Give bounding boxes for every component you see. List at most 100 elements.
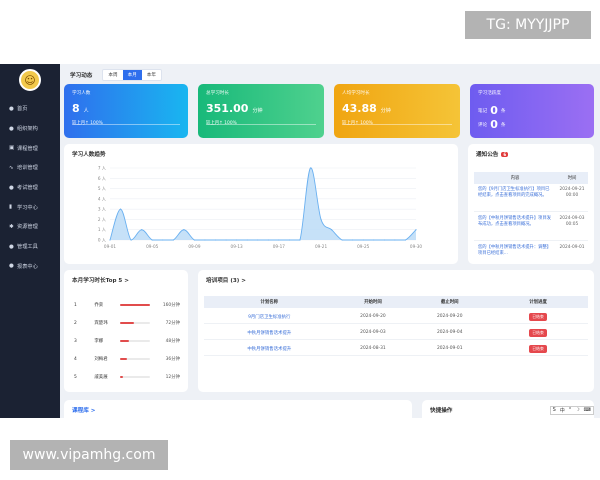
period-year[interactable]: 本年 bbox=[141, 70, 161, 80]
sidebar-item[interactable]: ● 报表中心 bbox=[0, 257, 60, 277]
sidebar-item[interactable]: ▮ 学习中心 bbox=[0, 197, 60, 217]
trend-point[interactable] bbox=[130, 239, 132, 241]
trend-point[interactable] bbox=[341, 239, 343, 241]
trend-point[interactable] bbox=[151, 239, 153, 241]
project-row[interactable]: 中秋月饼销售话术提升 2024-09-03 2024-09-04 已结束 bbox=[204, 326, 588, 340]
main-area: 学习动态 本周 本月 本年 学习人数 8人 较上月↑ 100% 总学习时长 35… bbox=[62, 64, 600, 418]
trend-point[interactable] bbox=[415, 229, 417, 231]
trend-point[interactable] bbox=[404, 239, 407, 241]
sidebar-item[interactable]: ✱ 资源管理 bbox=[0, 217, 60, 237]
notice-content[interactable]: 您的【中秋月饼销售话术提升】项目发布成功，点击查看项目概况。 bbox=[474, 213, 556, 240]
stat-compare: 较上月↑ 100% bbox=[206, 121, 237, 126]
col-start: 开始时间 bbox=[364, 300, 382, 305]
sidebar-item[interactable]: ● 组织架构 bbox=[0, 119, 60, 139]
trend-point[interactable] bbox=[383, 239, 385, 241]
projects-title[interactable]: 培训项目 (3) > bbox=[206, 276, 246, 284]
project-name[interactable]: 中秋月饼销售话术提升 bbox=[204, 346, 335, 352]
trend-point[interactable] bbox=[278, 239, 280, 241]
notice-panel: 通知公告 6 内容 时间 您的【9月门店卫生标准执行】项目已经结束，点击查看项目的… bbox=[468, 144, 594, 264]
courses-title[interactable]: 课程库 > bbox=[72, 406, 95, 414]
rank-title[interactable]: 本月学习时长Top 5 > bbox=[72, 276, 129, 284]
notice-row[interactable]: 您的【9月门店卫生标准执行】项目已经结束，点击查看项目的完成概况。 2024-0… bbox=[474, 184, 588, 212]
sidebar: ☺ ● 首页 ● 组织架构 ▣ 课程管理 ∿ 培训管理 ● 考试管理 ▮ 学习中心 ✱ 资源管理 ● 管理工具… bbox=[0, 64, 60, 418]
trend-point[interactable] bbox=[162, 239, 164, 241]
watermark-bottom: www.vipamhg.com bbox=[10, 440, 168, 470]
stat-card-avg-time: 人均学习时长 43.88 分钟 较上月↑ 100% bbox=[334, 84, 460, 138]
x-tick-label: 09-21 bbox=[315, 244, 328, 249]
trend-point[interactable] bbox=[362, 239, 364, 241]
notice-content[interactable]: 您的【中秋月饼销售话术提升：调整】项目已经结束... bbox=[474, 242, 556, 264]
rank-bar bbox=[120, 339, 151, 343]
trend-point[interactable] bbox=[119, 208, 122, 210]
sidebar-item[interactable]: ● 首页 bbox=[0, 99, 60, 119]
code-icon: ▣ bbox=[9, 145, 15, 152]
rank-name: 刘梅君 bbox=[94, 357, 108, 362]
ime-toolbar[interactable]: S 中 ° ☽ ⌨ bbox=[549, 406, 594, 415]
quick-title: 快捷操作 bbox=[430, 408, 453, 414]
trend-point[interactable] bbox=[267, 239, 269, 241]
rank-bar bbox=[120, 357, 151, 361]
y-tick-label: 0 人 bbox=[98, 238, 107, 243]
trend-point[interactable] bbox=[193, 239, 196, 241]
rank-bar-fill bbox=[120, 321, 134, 325]
notice-time: 2024-09-01 bbox=[559, 245, 585, 250]
ime-moon-icon[interactable]: ☽ bbox=[573, 407, 581, 414]
trend-point[interactable] bbox=[352, 239, 354, 241]
trend-point[interactable] bbox=[288, 239, 290, 241]
rank-no: 1 bbox=[74, 302, 77, 308]
notice-content[interactable]: 您的【9月门店卫生标准执行】项目已经结束，点击查看项目的完成概况。 bbox=[474, 184, 556, 211]
project-end: 2024-09-04 bbox=[436, 330, 463, 335]
notes-label: 笔记 bbox=[478, 108, 488, 114]
ime-logo-icon[interactable]: S bbox=[551, 407, 558, 414]
ime-keyboard-icon[interactable]: ⌨ bbox=[582, 407, 593, 414]
x-tick-label: 09-25 bbox=[357, 244, 370, 249]
trend-line bbox=[109, 167, 417, 241]
trend-point[interactable] bbox=[214, 239, 217, 241]
project-status-badge: 已结束 bbox=[529, 328, 547, 337]
cat-avatar-icon[interactable]: ☺ bbox=[19, 69, 41, 91]
trend-point[interactable] bbox=[299, 239, 301, 241]
trend-point[interactable] bbox=[257, 239, 259, 241]
period-week[interactable]: 本周 bbox=[103, 70, 123, 80]
trend-point[interactable] bbox=[236, 239, 238, 241]
trend-point[interactable] bbox=[246, 239, 248, 241]
y-tick-label: 5 人 bbox=[98, 186, 107, 191]
trend-point[interactable] bbox=[330, 229, 333, 231]
rank-name: 戚美展 bbox=[94, 375, 108, 380]
project-row[interactable]: 中秋月饼销售话术提升 2024-08-31 2024-09-01 已结束 bbox=[204, 342, 588, 356]
trend-point[interactable] bbox=[109, 239, 111, 241]
rank-no: 4 bbox=[74, 356, 77, 362]
project-row[interactable]: 9月门店卫生标准执行 2024-09-20 2024-09-20 已结束 bbox=[204, 310, 588, 324]
trend-point[interactable] bbox=[172, 239, 174, 241]
sidebar-item-label: 管理工具 bbox=[17, 244, 38, 251]
watermark-top: TG: MYYJJPP bbox=[465, 11, 591, 39]
stat-label: 学习活跃度 bbox=[478, 91, 501, 96]
stat-unit: 分钟 bbox=[380, 108, 391, 114]
project-end: 2024-09-20 bbox=[436, 314, 463, 319]
period-month[interactable]: 本月 bbox=[122, 70, 142, 80]
sidebar-item[interactable]: ● 管理工具 bbox=[0, 237, 60, 257]
sidebar-item[interactable]: ▣ 课程管理 bbox=[0, 138, 60, 158]
ime-lang[interactable]: 中 bbox=[558, 407, 567, 414]
sidebar-item[interactable]: ● 考试管理 bbox=[0, 178, 60, 198]
trend-point[interactable] bbox=[204, 239, 206, 241]
trend-point[interactable] bbox=[141, 229, 143, 231]
project-name[interactable]: 中秋月饼销售话术提升 bbox=[204, 330, 335, 336]
trend-point[interactable] bbox=[373, 239, 375, 241]
trend-point[interactable] bbox=[320, 218, 322, 221]
project-start: 2024-08-31 bbox=[360, 346, 386, 351]
sidebar-item[interactable]: ∿ 培训管理 bbox=[0, 158, 60, 178]
trend-point[interactable] bbox=[309, 167, 312, 169]
notice-row[interactable]: 您的【中秋月饼销售话术提升】项目发布成功，点击查看项目概况。 2024-09-0… bbox=[474, 213, 588, 241]
gear-icon: ✱ bbox=[9, 223, 14, 230]
trend-point[interactable] bbox=[183, 229, 185, 231]
project-status-badge: 已结束 bbox=[529, 312, 547, 321]
trend-area bbox=[110, 167, 416, 240]
trend-point[interactable] bbox=[225, 239, 227, 241]
sidebar-item-label: 报表中心 bbox=[17, 263, 38, 270]
rank-minutes: 12分钟 bbox=[165, 375, 181, 380]
stat-compare: 较上月↑ 100% bbox=[342, 121, 373, 126]
notice-row[interactable]: 您的【中秋月饼销售话术提升：调整】项目已经结束... 2024-09-01 bbox=[474, 242, 588, 264]
project-name[interactable]: 9月门店卫生标准执行 bbox=[204, 314, 335, 320]
trend-point[interactable] bbox=[394, 239, 396, 241]
